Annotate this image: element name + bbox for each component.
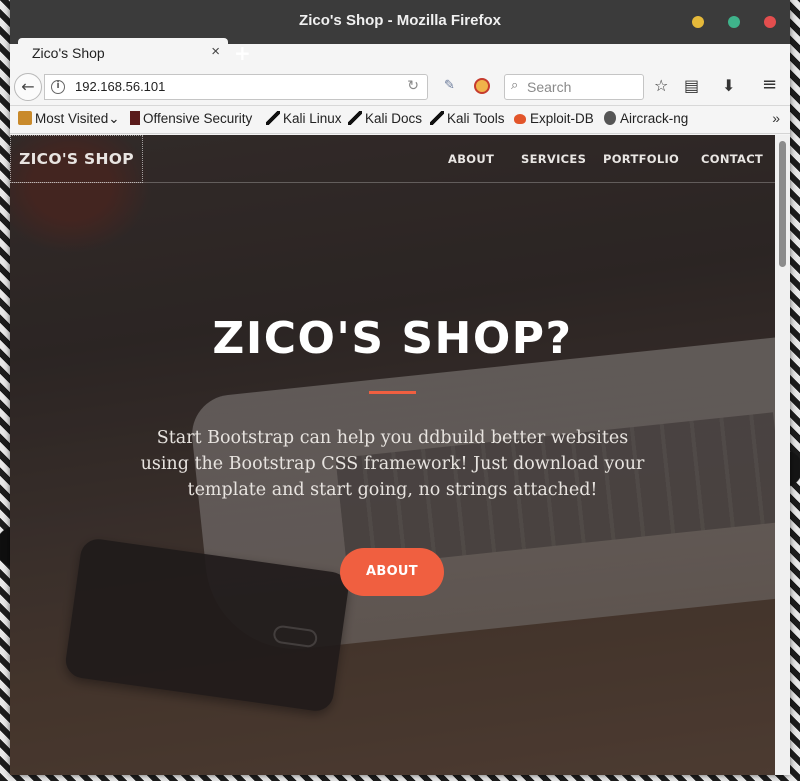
back-button[interactable]: ← — [14, 73, 42, 101]
close-tab-icon[interactable]: × — [211, 43, 220, 60]
web-page: ZICO'S SHOP ABOUT SERVICES PORTFOLIO CON… — [10, 135, 775, 775]
tab-label: Zico's Shop — [32, 45, 105, 61]
search-bar[interactable]: ⌕ Search — [504, 74, 644, 100]
hero-title: ZICO'S SHOP? — [212, 313, 573, 364]
scrollbar-thumb[interactable] — [779, 141, 786, 267]
reading-list-icon[interactable]: ▤ — [684, 76, 699, 95]
extension-noscript-icon[interactable] — [474, 78, 490, 94]
bookmark-exploit-db[interactable]: Exploit-DB — [514, 111, 594, 126]
close-window-button[interactable] — [764, 16, 776, 28]
hamburger-menu-icon[interactable]: ≡ — [762, 74, 777, 95]
about-button[interactable]: ABOUT — [340, 548, 444, 596]
bookmarks-toolbar: Most Visited⌄ Offensive Security Kali Li… — [10, 106, 790, 134]
bookmark-offensive-security[interactable]: Offensive Security — [130, 111, 252, 126]
folder-icon — [18, 111, 32, 125]
bookmark-label: Kali Tools — [447, 111, 505, 126]
nav-link-about[interactable]: ABOUT — [448, 152, 494, 166]
minimize-button[interactable] — [692, 16, 704, 28]
new-tab-button[interactable]: + — [234, 41, 251, 65]
bookmark-most-visited[interactable]: Most Visited⌄ — [18, 111, 120, 127]
bookmark-aircrack-ng[interactable]: Aircrack-ng — [604, 111, 688, 126]
window-title: Zico's Shop - Mozilla Firefox — [299, 12, 501, 29]
kali-dragon-icon — [266, 111, 280, 125]
bookmark-kali-docs[interactable]: Kali Docs — [348, 111, 422, 126]
bookmark-kali-linux[interactable]: Kali Linux — [266, 111, 342, 126]
exploit-db-icon — [514, 114, 526, 124]
url-bar[interactable]: i 192.168.56.101 ↻ — [44, 74, 428, 100]
bookmark-label: Exploit-DB — [530, 111, 594, 126]
url-text[interactable]: 192.168.56.101 — [75, 79, 165, 94]
bookmark-label: Aircrack-ng — [620, 111, 689, 126]
site-brand-link[interactable]: ZICO'S SHOP — [10, 135, 143, 183]
chevron-down-icon: ⌄ — [108, 111, 120, 126]
bookmark-label: Kali Docs — [365, 111, 423, 126]
bookmark-label: Kali Linux — [283, 111, 342, 126]
offsec-icon — [130, 111, 140, 125]
search-placeholder: Search — [527, 79, 572, 95]
bookmark-star-icon[interactable]: ☆ — [654, 76, 668, 95]
nav-link-services[interactable]: SERVICES — [521, 152, 586, 166]
download-icon[interactable]: ⬇ — [722, 76, 735, 95]
hero-text: Start Bootstrap can help you ddbuild bet… — [140, 428, 645, 500]
firefox-window: Zico's Shop - Mozilla Firefox Zico's Sho… — [10, 0, 790, 775]
reload-icon[interactable]: ↻ — [407, 78, 419, 94]
navigation-toolbar: ← i 192.168.56.101 ↻ ✎ ⌕ Search ☆ ▤ ⬇ ≡ — [10, 68, 790, 106]
site-navbar: ZICO'S SHOP ABOUT SERVICES PORTFOLIO CON… — [10, 135, 775, 183]
bookmark-label: Offensive Security — [143, 111, 253, 126]
maximize-button[interactable] — [728, 16, 740, 28]
extension-eraser-icon[interactable]: ✎ — [444, 78, 460, 93]
aircrack-icon — [604, 111, 616, 125]
nav-link-contact[interactable]: CONTACT — [701, 152, 763, 166]
bookmarks-overflow-icon[interactable]: » — [772, 110, 780, 126]
search-icon: ⌕ — [511, 78, 519, 93]
nav-link-portfolio[interactable]: PORTFOLIO — [603, 152, 679, 166]
page-scrollbar[interactable] — [775, 135, 790, 775]
bookmark-kali-tools[interactable]: Kali Tools — [430, 111, 505, 126]
kali-dragon-icon — [348, 111, 362, 125]
kali-dragon-icon — [430, 111, 444, 125]
site-info-icon[interactable]: i — [51, 80, 65, 94]
tab-zicos-shop[interactable]: Zico's Shop × — [18, 38, 228, 68]
hero-divider — [369, 391, 416, 394]
bookmark-label: Most Visited — [35, 111, 109, 126]
